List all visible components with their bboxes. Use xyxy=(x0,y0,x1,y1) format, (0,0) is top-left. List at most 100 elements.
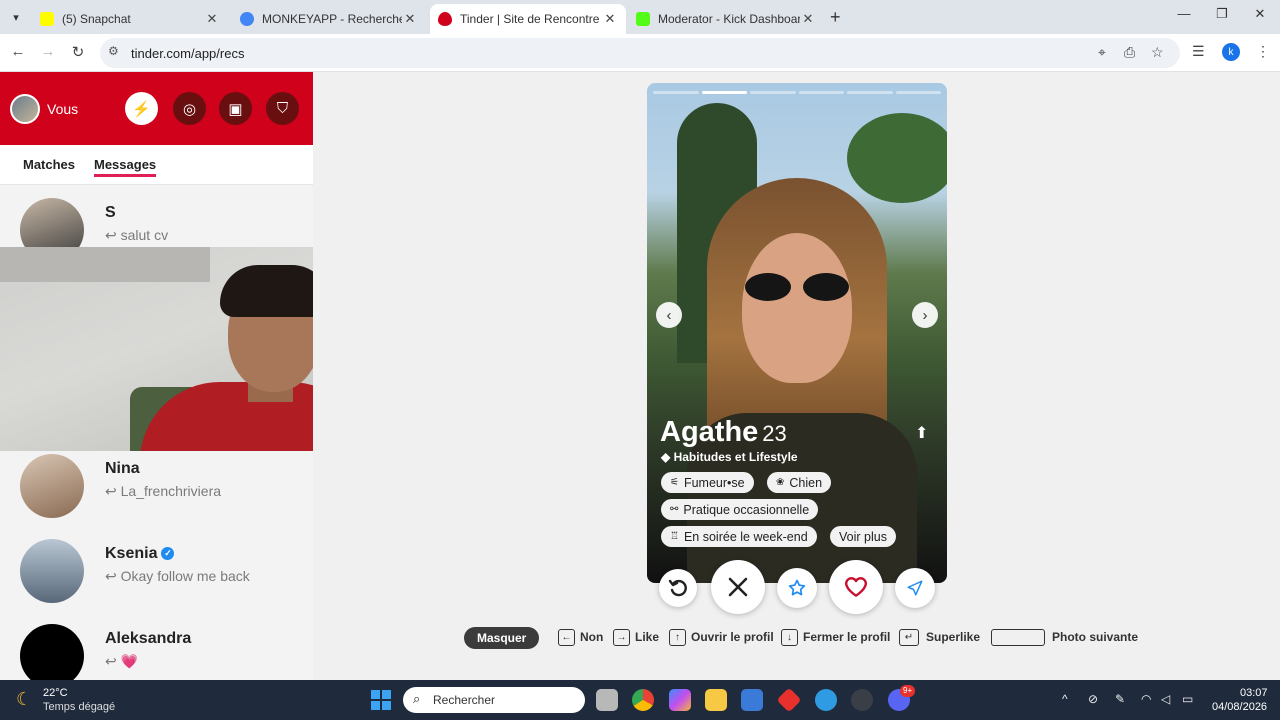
help-icon[interactable] xyxy=(815,689,837,711)
task-view-icon[interactable] xyxy=(596,689,618,711)
volume-icon[interactable]: ◁ xyxy=(1161,692,1170,706)
avatar[interactable] xyxy=(10,94,40,124)
pen-icon[interactable]: ✎ xyxy=(1115,692,1125,706)
taskbar-search[interactable]: ⌕ Rechercher xyxy=(403,687,585,713)
avatar xyxy=(20,624,84,680)
chip-smoker: ⚟ Fumeur•se xyxy=(661,472,754,493)
briefcase-icon[interactable]: ▣ xyxy=(219,92,252,125)
space-key-icon xyxy=(991,629,1045,646)
profile-avatar[interactable]: k xyxy=(1222,43,1240,61)
back-button[interactable]: ← xyxy=(8,43,28,60)
battery-icon[interactable]: ▭ xyxy=(1182,692,1193,706)
see-more-button[interactable]: Voir plus xyxy=(830,526,896,547)
conversation-item[interactable]: Nina ↩ La_frenchriviera xyxy=(0,446,313,526)
file-explorer-icon[interactable] xyxy=(705,689,727,711)
bookmark-star-icon[interactable]: ☆ xyxy=(1151,44,1164,61)
app-red-icon[interactable] xyxy=(776,687,802,713)
tab-messages[interactable]: Messages xyxy=(94,157,157,177)
chevron-up-icon[interactable]: ^ xyxy=(1062,692,1068,706)
github-icon[interactable] xyxy=(851,689,873,711)
reading-list-icon[interactable]: ☰ xyxy=(1192,43,1205,60)
open-profile-arrow-icon[interactable]: ⬆ xyxy=(915,423,928,443)
verified-badge-icon: ✓ xyxy=(161,547,175,561)
boost-icon[interactable]: ⚡ xyxy=(125,92,158,125)
next-photo-button[interactable]: › xyxy=(912,302,938,328)
tag-icon: ◆ xyxy=(661,450,674,464)
explore-compass-icon[interactable]: ◎ xyxy=(173,92,206,125)
enter-key-icon: ↵ xyxy=(899,629,919,646)
sidebar-tabs: Matches Messages xyxy=(0,145,313,185)
avatar xyxy=(20,454,84,518)
close-icon[interactable]: ✕ xyxy=(402,11,418,27)
conversation-item[interactable]: Ksenia ✓ ↩ Okay follow me back xyxy=(0,531,313,611)
reply-icon: ↩ xyxy=(105,568,121,584)
menu-kebab-icon[interactable]: ⋮ xyxy=(1256,43,1270,60)
conversation-item[interactable]: Aleksandra ↩ 💗 xyxy=(0,616,313,680)
photo-progress-segment xyxy=(653,91,699,94)
tinder-flame-icon xyxy=(438,12,452,26)
like-button[interactable] xyxy=(829,560,883,614)
kick-icon xyxy=(636,12,650,26)
send-message-button[interactable] xyxy=(895,568,935,608)
start-button[interactable] xyxy=(371,690,391,710)
safety-shield-icon[interactable]: ⛉ xyxy=(266,92,299,125)
close-icon[interactable]: ✕ xyxy=(800,11,816,27)
copilot-icon[interactable] xyxy=(669,689,691,711)
webcam-overlay xyxy=(0,247,364,451)
notification-badge: 9+ xyxy=(900,685,916,697)
chrome-icon[interactable] xyxy=(632,689,654,711)
profile-card[interactable]: ‹ › Agathe 23 ⬆ ◆ Habitudes et Lifestyle … xyxy=(647,83,947,583)
previous-photo-button[interactable]: ‹ xyxy=(656,302,682,328)
clock-date[interactable]: 04/08/2026 xyxy=(1212,701,1267,713)
rewind-button[interactable] xyxy=(659,569,697,607)
recs-area: ‹ › Agathe 23 ⬆ ◆ Habitudes et Lifestyle … xyxy=(313,72,1280,680)
lifestyle-section: ◆ Habitudes et Lifestyle xyxy=(661,450,798,464)
nope-button[interactable] xyxy=(711,560,765,614)
minimize-button[interactable]: — xyxy=(1174,6,1194,21)
tab-google[interactable]: MONKEYAPP - Recherche Google ✕ xyxy=(232,4,426,34)
glass-icon: ♖ xyxy=(670,531,679,542)
tab-snapchat[interactable]: (5) Snapchat ✕ xyxy=(32,4,228,34)
location-icon[interactable]: ⌖ xyxy=(1098,44,1106,61)
install-app-icon[interactable]: ⎙ xyxy=(1124,44,1135,61)
tab-matches[interactable]: Matches xyxy=(23,157,75,172)
chip-dog: ❀ Chien xyxy=(767,472,832,493)
restore-button[interactable]: ❐ xyxy=(1212,6,1232,22)
close-window-button[interactable]: ✕ xyxy=(1250,6,1270,22)
tab-kick[interactable]: Moderator - Kick Dashboard ✕ xyxy=(628,4,824,34)
taskbar: ☾ 22°C Temps dégagé ⌕ Rechercher 9+ ^ ⊘ … xyxy=(0,680,1280,720)
superlike-button[interactable] xyxy=(777,568,817,608)
keyboard-shortcuts-bar: Masquer ← Non → Like ↑ Ouvrir le profil … xyxy=(313,626,1280,650)
up-arrow-key-icon: ↑ xyxy=(669,629,686,646)
photo-progress xyxy=(653,91,941,94)
chip-workout: ⚯ Pratique occasionnelle xyxy=(661,499,819,520)
photo-progress-segment xyxy=(701,91,747,94)
reload-button[interactable]: ↻ xyxy=(68,43,88,61)
moon-weather-icon[interactable]: ☾ xyxy=(16,689,32,710)
reply-icon: ↩ xyxy=(105,653,121,669)
clock-time[interactable]: 03:07 xyxy=(1240,687,1268,699)
sunglasses xyxy=(745,273,849,303)
wifi-icon[interactable]: ◠ xyxy=(1141,692,1151,706)
google-icon xyxy=(240,12,254,26)
heart-icon xyxy=(845,577,867,597)
user-label[interactable]: Vous xyxy=(47,101,78,117)
down-arrow-key-icon: ↓ xyxy=(781,629,798,646)
store-icon[interactable] xyxy=(741,689,763,711)
tab-tinder[interactable]: Tinder | Site de Rencontre ✕ xyxy=(430,4,626,34)
address-bar[interactable]: ⚙ tinder.com/app/recs ⌖ ⎙ ☆ xyxy=(100,38,1180,68)
left-arrow-key-icon: ← xyxy=(558,629,575,646)
forward-button[interactable]: → xyxy=(38,43,58,60)
photo-progress-segment xyxy=(847,91,893,94)
snapchat-icon xyxy=(40,12,54,26)
avatar xyxy=(20,539,84,603)
close-icon[interactable]: ✕ xyxy=(204,11,220,27)
tab-search-icon[interactable]: ▾ xyxy=(6,7,26,27)
site-settings-icon[interactable]: ⚙ xyxy=(108,44,119,58)
send-arrow-icon xyxy=(907,580,923,596)
hide-shortcuts-button[interactable]: Masquer xyxy=(464,627,540,649)
network-off-icon[interactable]: ⊘ xyxy=(1088,692,1098,706)
dumbbell-icon: ⚯ xyxy=(670,504,679,515)
close-icon[interactable]: ✕ xyxy=(602,11,618,27)
new-tab-button[interactable]: + xyxy=(830,7,841,28)
